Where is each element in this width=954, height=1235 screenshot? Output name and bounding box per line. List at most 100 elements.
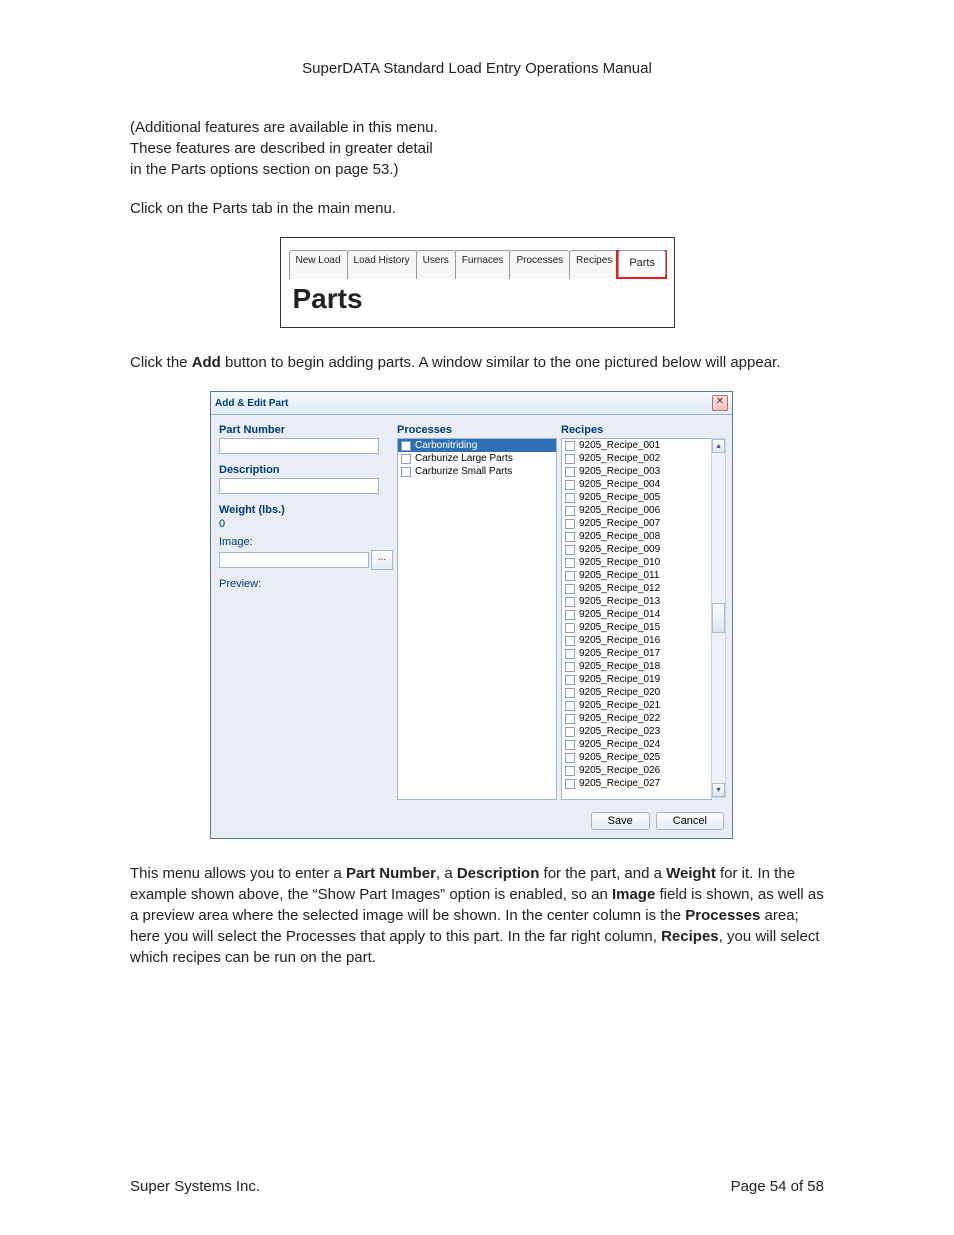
checkbox-icon[interactable] [565, 597, 575, 607]
instr2-bold: Add [192, 354, 221, 371]
recipe-item[interactable]: 9205_Recipe_019 [562, 673, 711, 686]
recipe-item[interactable]: 9205_Recipe_009 [562, 543, 711, 556]
checkbox-icon[interactable] [565, 493, 575, 503]
recipe-item[interactable]: 9205_Recipe_026 [562, 764, 711, 777]
process-item[interactable]: Carburize Small Parts [398, 465, 556, 478]
checkbox-icon[interactable] [565, 506, 575, 516]
intro-line-3: in the Parts options section on page 53.… [130, 161, 399, 178]
recipe-item[interactable]: 9205_Recipe_005 [562, 491, 711, 504]
recipe-item[interactable]: 9205_Recipe_008 [562, 530, 711, 543]
processes-listbox[interactable]: CarbonitridingCarburize Large PartsCarbu… [397, 438, 557, 800]
processes-column: Processes CarbonitridingCarburize Large … [397, 421, 557, 800]
tab-recipes[interactable]: Recipes [569, 250, 619, 279]
recipe-item[interactable]: 9205_Recipe_020 [562, 686, 711, 699]
checkbox-icon[interactable] [565, 675, 575, 685]
checkbox-icon[interactable] [565, 766, 575, 776]
checkbox-icon[interactable] [565, 558, 575, 568]
checkbox-icon[interactable] [565, 740, 575, 750]
checkbox-icon[interactable] [565, 688, 575, 698]
description-input[interactable] [219, 478, 379, 494]
checkbox-icon[interactable] [565, 753, 575, 763]
checkbox-icon[interactable] [565, 649, 575, 659]
checkbox-icon[interactable] [565, 571, 575, 581]
close-icon[interactable]: ✕ [712, 395, 728, 411]
checkbox-icon[interactable] [565, 441, 575, 451]
checkbox-icon[interactable] [565, 467, 575, 477]
recipe-item[interactable]: 9205_Recipe_018 [562, 660, 711, 673]
recipe-item[interactable]: 9205_Recipe_004 [562, 478, 711, 491]
recipe-item[interactable]: 9205_Recipe_012 [562, 582, 711, 595]
part-number-input[interactable] [219, 438, 379, 454]
checkbox-icon[interactable] [401, 441, 411, 451]
dialog-footer: Save Cancel [211, 806, 732, 838]
recipe-item-label: 9205_Recipe_017 [579, 648, 660, 659]
scroll-down-icon[interactable]: ▾ [712, 783, 725, 797]
checkbox-icon[interactable] [565, 454, 575, 464]
recipe-item[interactable]: 9205_Recipe_016 [562, 634, 711, 647]
tab-load-history[interactable]: Load History [347, 250, 417, 279]
recipe-item-label: 9205_Recipe_024 [579, 739, 660, 750]
process-item[interactable]: Carbonitriding [398, 439, 556, 452]
recipe-item-label: 9205_Recipe_018 [579, 661, 660, 672]
recipe-item[interactable]: 9205_Recipe_002 [562, 452, 711, 465]
checkbox-icon[interactable] [565, 610, 575, 620]
exp-b2: Description [457, 865, 540, 882]
save-button[interactable]: Save [591, 812, 650, 830]
recipe-item[interactable]: 9205_Recipe_013 [562, 595, 711, 608]
cancel-button[interactable]: Cancel [656, 812, 724, 830]
checkbox-icon[interactable] [565, 701, 575, 711]
checkbox-icon[interactable] [565, 779, 575, 789]
tab-users[interactable]: Users [416, 250, 456, 279]
image-path-input[interactable] [219, 552, 369, 568]
recipe-item[interactable]: 9205_Recipe_022 [562, 712, 711, 725]
tab-new-load[interactable]: New Load [289, 250, 348, 279]
recipe-item-label: 9205_Recipe_025 [579, 752, 660, 763]
intro-line-1: (Additional features are available in th… [130, 119, 438, 136]
checkbox-icon[interactable] [565, 584, 575, 594]
instr2-pre: Click the [130, 354, 192, 371]
recipe-item[interactable]: 9205_Recipe_021 [562, 699, 711, 712]
tab-furnaces[interactable]: Furnaces [455, 250, 511, 279]
recipes-scrollbar[interactable]: ▴ ▾ [711, 438, 726, 798]
recipe-item-label: 9205_Recipe_006 [579, 505, 660, 516]
recipe-item[interactable]: 9205_Recipe_027 [562, 777, 711, 790]
process-item-label: Carburize Small Parts [415, 466, 512, 477]
tab-processes[interactable]: Processes [509, 250, 570, 279]
recipe-item[interactable]: 9205_Recipe_011 [562, 569, 711, 582]
recipe-item[interactable]: 9205_Recipe_010 [562, 556, 711, 569]
recipe-item[interactable]: 9205_Recipe_024 [562, 738, 711, 751]
red-highlight-box: Parts [616, 250, 667, 279]
recipe-item[interactable]: 9205_Recipe_017 [562, 647, 711, 660]
browse-image-button[interactable]: ... [371, 550, 393, 570]
scroll-up-icon[interactable]: ▴ [712, 439, 725, 453]
checkbox-icon[interactable] [565, 532, 575, 542]
checkbox-icon[interactable] [565, 662, 575, 672]
recipe-item[interactable]: 9205_Recipe_001 [562, 439, 711, 452]
checkbox-icon[interactable] [565, 636, 575, 646]
scroll-thumb[interactable] [712, 603, 725, 633]
recipes-listbox[interactable]: 9205_Recipe_0019205_Recipe_0029205_Recip… [561, 438, 712, 800]
instruction-1: Click on the Parts tab in the main menu. [130, 198, 824, 219]
recipe-item[interactable]: 9205_Recipe_003 [562, 465, 711, 478]
recipe-item-label: 9205_Recipe_023 [579, 726, 660, 737]
recipe-item[interactable]: 9205_Recipe_025 [562, 751, 711, 764]
checkbox-icon[interactable] [401, 467, 411, 477]
preview-label: Preview: [219, 578, 393, 590]
checkbox-icon[interactable] [565, 519, 575, 529]
intro-paragraph: (Additional features are available in th… [130, 117, 824, 180]
checkbox-icon[interactable] [565, 480, 575, 490]
dialog-screenshot: Add & Edit Part ✕ Part Number Descriptio… [210, 391, 733, 839]
process-item[interactable]: Carburize Large Parts [398, 452, 556, 465]
recipe-item[interactable]: 9205_Recipe_007 [562, 517, 711, 530]
checkbox-icon[interactable] [565, 714, 575, 724]
checkbox-icon[interactable] [565, 545, 575, 555]
recipe-item[interactable]: 9205_Recipe_023 [562, 725, 711, 738]
checkbox-icon[interactable] [565, 727, 575, 737]
exp-t1: This menu allows you to enter a [130, 865, 346, 882]
recipe-item[interactable]: 9205_Recipe_014 [562, 608, 711, 621]
checkbox-icon[interactable] [401, 454, 411, 464]
recipe-item[interactable]: 9205_Recipe_015 [562, 621, 711, 634]
tab-parts[interactable]: Parts [618, 250, 666, 275]
recipe-item[interactable]: 9205_Recipe_006 [562, 504, 711, 517]
checkbox-icon[interactable] [565, 623, 575, 633]
